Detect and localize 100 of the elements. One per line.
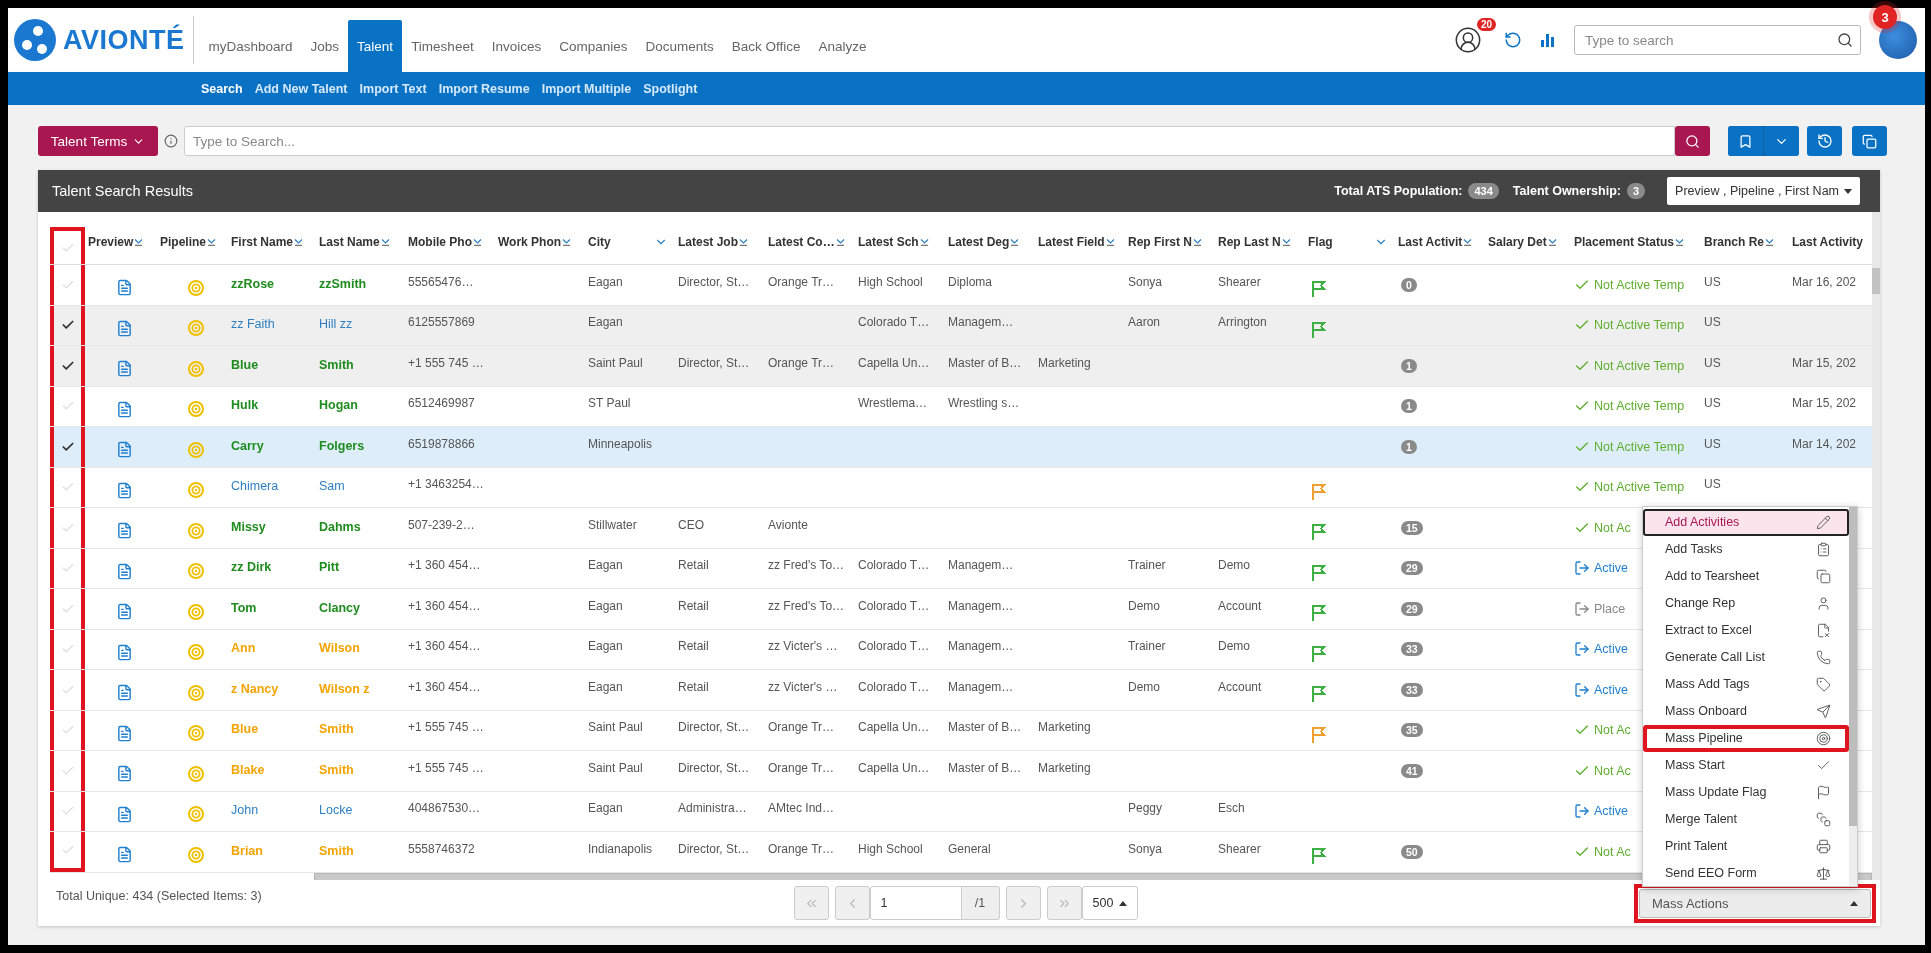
flag-icon[interactable]	[1311, 320, 1326, 338]
document-icon[interactable]	[115, 603, 133, 621]
flag-icon[interactable]	[1311, 563, 1326, 581]
flag-icon[interactable]	[1311, 280, 1326, 298]
column-header[interactable]: Latest Sch	[858, 235, 919, 249]
sort-icon[interactable]	[1010, 238, 1020, 246]
column-header[interactable]: City	[588, 235, 611, 249]
last-name-link[interactable]: Locke	[319, 803, 353, 820]
subnav-link[interactable]: Spotlight	[643, 81, 698, 96]
subnav-link[interactable]: Import Resume	[438, 81, 530, 96]
last-name-link[interactable]: Sam	[319, 479, 345, 496]
menu-item[interactable]: Merge Talent	[1643, 805, 1849, 833]
sort-icon[interactable]	[562, 238, 572, 246]
column-header[interactable]: Last Name	[319, 235, 380, 249]
nav-tab[interactable]: Invoices	[482, 20, 551, 72]
table-row[interactable]: Carry Folgers 6519878866 Minneapolis 1 Not Active Temp US Mar 14, 202	[50, 427, 1872, 468]
column-header[interactable]: Mobile Pho	[408, 235, 472, 249]
menu-item[interactable]: Mass Start	[1643, 751, 1849, 779]
flag-icon[interactable]	[1311, 482, 1326, 500]
columns-dropdown[interactable]: Preview , Pipeline , First Nam	[1667, 177, 1860, 205]
sort-icon[interactable]	[1193, 238, 1202, 246]
column-header[interactable]: Branch Re	[1704, 235, 1765, 249]
first-name-link[interactable]: zz Dirk	[231, 560, 272, 577]
column-header[interactable]: Pipeline	[160, 235, 206, 249]
first-name-link[interactable]: Blue	[231, 357, 259, 374]
first-name-link[interactable]: zzRose	[231, 276, 275, 293]
column-header[interactable]: Preview	[88, 235, 134, 249]
sort-icon[interactable]	[207, 238, 216, 246]
last-name-link[interactable]: Smith	[319, 357, 354, 374]
menu-item[interactable]: Add Activities	[1643, 508, 1849, 536]
sort-icon[interactable]	[1105, 238, 1115, 246]
subnav-link[interactable]: Import Multiple	[541, 81, 632, 96]
last-name-link[interactable]: Hill zz	[319, 317, 353, 334]
column-header[interactable]: Rep First N	[1128, 235, 1192, 249]
column-header[interactable]: Last Activity	[1792, 235, 1863, 249]
nav-tab[interactable]: Companies	[550, 20, 637, 72]
last-name-link[interactable]: zzSmith	[319, 276, 367, 293]
copy-button[interactable]	[1852, 126, 1887, 156]
column-header[interactable]: Placement Status	[1574, 235, 1675, 249]
column-header[interactable]: Rep Last N	[1218, 235, 1281, 249]
sort-icon[interactable]	[134, 238, 144, 246]
nav-tab[interactable]: myDashboard	[199, 20, 302, 72]
document-icon[interactable]	[115, 765, 133, 783]
page-field[interactable]: 1	[869, 886, 962, 920]
history-button[interactable]	[1807, 126, 1842, 156]
sort-icon[interactable]	[380, 238, 390, 246]
document-icon[interactable]	[115, 481, 133, 499]
column-header[interactable]: Latest Field	[1038, 235, 1105, 249]
first-name-link[interactable]: zz Faith	[231, 317, 275, 334]
page-size-dropdown[interactable]: 500	[1081, 886, 1139, 920]
first-name-link[interactable]: Chimera	[231, 479, 279, 496]
bar-chart-icon[interactable]	[1540, 32, 1556, 48]
document-icon[interactable]	[115, 279, 133, 297]
subnav-link[interactable]: Search	[201, 81, 243, 96]
first-name-link[interactable]: John	[231, 803, 259, 820]
search-button[interactable]	[1675, 126, 1710, 156]
scrollbar[interactable]	[1849, 506, 1857, 886]
document-icon[interactable]	[115, 724, 133, 742]
document-icon[interactable]	[115, 319, 133, 337]
column-header[interactable]: Latest Deg	[948, 235, 1010, 249]
sort-icon[interactable]	[473, 238, 482, 246]
search-icon[interactable]	[1837, 32, 1853, 48]
flag-icon[interactable]	[1311, 644, 1326, 662]
last-name-link[interactable]: Dahms	[319, 519, 361, 536]
first-name-link[interactable]: Missy	[231, 519, 266, 536]
flag-icon[interactable]	[1311, 725, 1326, 743]
column-header[interactable]: Flag	[1308, 235, 1333, 249]
sort-icon[interactable]	[1463, 238, 1473, 246]
table-row[interactable]: zz Faith Hill zz 6125557869 Eagan Colorado T… Managem… Aaron Arrington Not Active Temp US	[50, 305, 1872, 346]
last-name-link[interactable]: Pitt	[319, 560, 340, 577]
first-name-link[interactable]: Tom	[231, 600, 257, 617]
document-icon[interactable]	[115, 846, 133, 864]
flag-icon[interactable]	[1311, 685, 1326, 703]
menu-item[interactable]: Mass Add Tags	[1643, 670, 1849, 698]
last-name-link[interactable]: Folgers	[319, 438, 365, 455]
subnav-link[interactable]: Add New Talent	[254, 81, 348, 96]
column-header[interactable]: Latest Job	[678, 235, 738, 249]
avatar[interactable]	[1879, 21, 1917, 59]
nav-tab[interactable]: Timesheet	[402, 20, 483, 72]
table-row[interactable]: Blue Smith +1 555 745 … Saint Paul Director, St… Orange Tr… Capella Un… Master of B… Marketing 1 Not Active Temp US Mar 15, 202	[50, 346, 1872, 387]
column-header[interactable]: Work Phon	[498, 235, 562, 249]
user-icon[interactable]	[1454, 26, 1482, 54]
sort-icon[interactable]	[739, 238, 748, 246]
menu-item[interactable]: Generate Call List	[1643, 643, 1849, 671]
document-icon[interactable]	[115, 441, 133, 459]
sort-icon[interactable]	[294, 238, 304, 246]
column-header[interactable]: Last Activit	[1398, 235, 1463, 249]
flag-icon[interactable]	[1311, 604, 1326, 622]
info-icon[interactable]	[164, 134, 178, 148]
document-icon[interactable]	[115, 400, 133, 418]
search-field[interactable]: Type to search	[1574, 25, 1861, 55]
column-header[interactable]: Salary Det	[1488, 235, 1547, 249]
mass-actions-dropdown[interactable]: Mass Actions	[1639, 888, 1871, 918]
document-icon[interactable]	[115, 805, 133, 823]
menu-item[interactable]: Change Rep	[1643, 589, 1849, 617]
sort-icon[interactable]	[1765, 238, 1775, 246]
table-row[interactable]: Hulk Hogan 6512469987 ST Paul Wrestlema… Wrestling s… 1 Not Active Temp US Mar 15, 202	[50, 386, 1872, 427]
sort-icon[interactable]	[1675, 238, 1685, 246]
menu-item[interactable]: Mass Pipeline	[1643, 724, 1849, 752]
nav-tab[interactable]: Analyze	[809, 20, 876, 72]
